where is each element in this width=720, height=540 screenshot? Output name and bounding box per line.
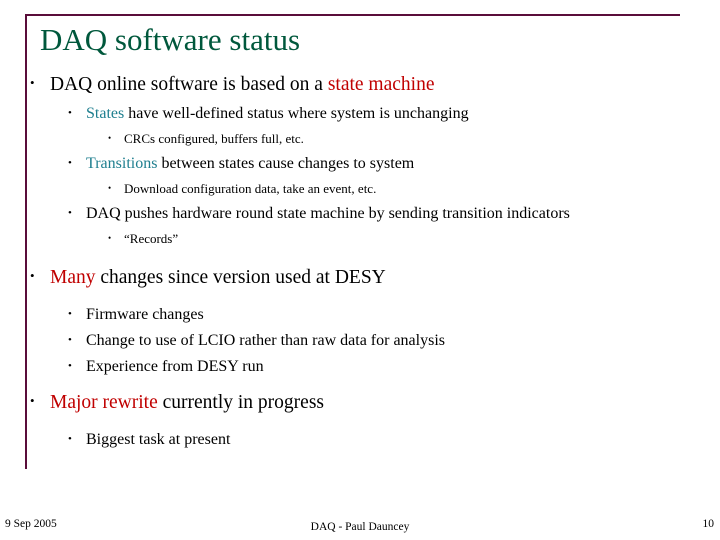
footer-title: DAQ - Paul Dauncey	[310, 521, 410, 533]
bullet-text-highlight: state machine	[327, 74, 435, 95]
bullet-dot-icon: •	[108, 133, 112, 143]
slide: DAQ software status • DAQ online softwar…	[0, 0, 720, 540]
bullet-text-part: currently in progress	[157, 392, 324, 413]
bullet-dot-icon: •	[68, 107, 72, 119]
bullet-text: DAQ online software is based on a state …	[50, 74, 434, 96]
bullet-level1-item: • Major rewrite currently in progress	[30, 392, 700, 414]
bullet-level3-item: • CRCs configured, buffers full, etc.	[108, 131, 700, 147]
bullet-text: Major rewrite currently in progress	[50, 392, 324, 414]
bullet-dot-icon: •	[108, 183, 112, 193]
bullet-level2-item: • Experience from DESY run	[68, 358, 700, 376]
bullet-text-highlight: Major rewrite	[50, 392, 158, 413]
bullet-level2-item: • Change to use of LCIO rather than raw …	[68, 332, 700, 350]
bullet-text: “Records”	[124, 231, 179, 246]
bullet-level2-item: • States have well-defined status where …	[68, 105, 700, 123]
bullet-dot-icon: •	[30, 268, 35, 283]
bullet-text-highlight: Many	[50, 267, 96, 288]
bullet-dot-icon: •	[68, 360, 72, 372]
bullet-text-highlight: States	[86, 105, 125, 122]
bullet-level2-item: • Firmware changes	[68, 306, 700, 324]
bullet-text: Transitions between states cause changes…	[86, 155, 414, 173]
left-divider	[25, 14, 27, 469]
bullet-list: • DAQ online software is based on a stat…	[30, 74, 700, 451]
bullet-level1-item: • Many changes since version used at DES…	[30, 267, 700, 289]
bullet-text-highlight: Transitions	[86, 155, 158, 172]
bullet-dot-icon: •	[68, 157, 72, 169]
bullet-text: Download configuration data, take an eve…	[124, 181, 377, 196]
bullet-text: Many changes since version used at DESY	[50, 267, 386, 289]
page-title: DAQ software status	[40, 22, 301, 57]
bullet-level1-item: • DAQ online software is based on a stat…	[30, 74, 700, 96]
bullet-text-part: changes since version used at DESY	[95, 267, 386, 288]
bullet-dot-icon: •	[68, 207, 72, 219]
bullet-text: Change to use of LCIO rather than raw da…	[86, 332, 445, 349]
bullet-level3-item: • Download configuration data, take an e…	[108, 181, 700, 197]
bullet-dot-icon: •	[68, 334, 72, 346]
footer-page-number: 10	[702, 518, 715, 530]
bullet-text: Firmware changes	[86, 306, 204, 323]
bullet-text-part: between states cause changes to system	[157, 155, 415, 172]
bullet-text: DAQ pushes hardware round state machine …	[86, 205, 570, 222]
bullet-dot-icon: •	[68, 308, 72, 320]
bullet-text-part: DAQ online software is based on a	[50, 74, 328, 95]
bullet-text: Biggest task at present	[86, 431, 231, 448]
bullet-level2-item: • Biggest task at present	[68, 431, 700, 449]
top-divider	[25, 14, 680, 16]
bullet-text-part: have well-defined status where system is…	[124, 105, 469, 122]
bullet-level3-item: • “Records”	[108, 231, 700, 247]
bullet-dot-icon: •	[30, 75, 35, 90]
bullet-level2-item: • DAQ pushes hardware round state machin…	[68, 205, 700, 223]
bullet-level2-item: • Transitions between states cause chang…	[68, 155, 700, 173]
bullet-text: Experience from DESY run	[86, 358, 264, 375]
bullet-text: States have well-defined status where sy…	[86, 105, 469, 123]
bullet-dot-icon: •	[68, 433, 72, 445]
bullet-dot-icon: •	[30, 393, 35, 408]
bullet-text: CRCs configured, buffers full, etc.	[124, 131, 304, 146]
bullet-dot-icon: •	[108, 233, 112, 243]
